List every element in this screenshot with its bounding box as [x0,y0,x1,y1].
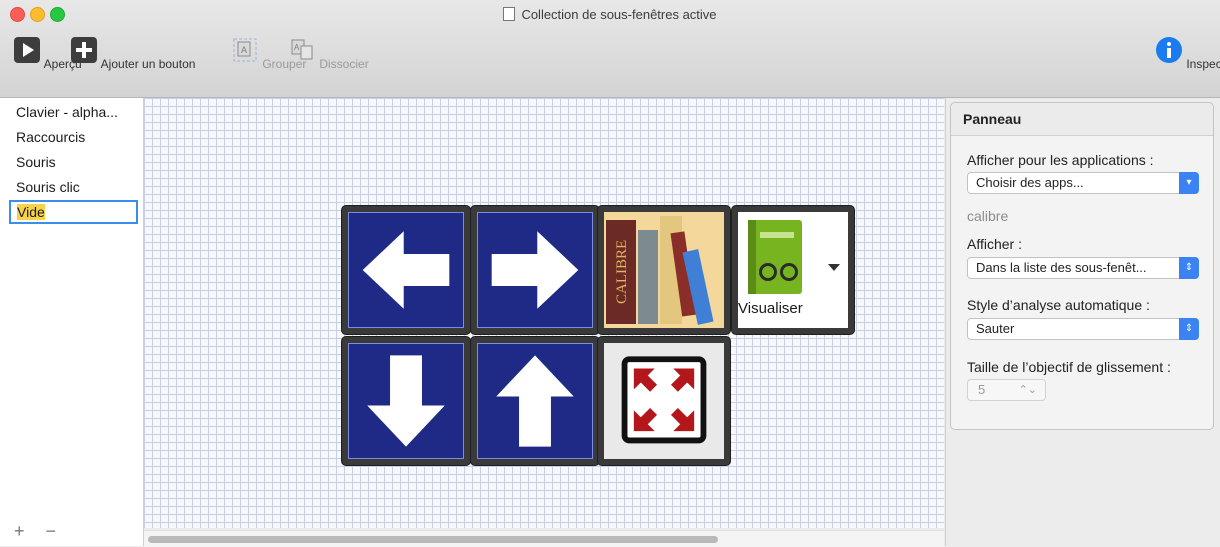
svg-text:A: A [241,45,247,55]
sidebar: Clavier - alpha... Raccourcis Souris Sou… [0,98,144,546]
green-book-glasses-icon [748,220,802,294]
add-button-label: Ajouter un bouton [100,57,196,71]
visualiser-label: Visualiser [738,300,803,317]
arrow-up-icon [496,355,574,447]
ungroup-label: Dissocier [319,57,369,71]
swipe-target-stepper[interactable]: 5 ⌃⌄ [967,379,1046,401]
sidebar-item-souris-clic[interactable]: Souris clic [0,175,143,200]
sidebar-item-clavier[interactable]: Clavier - alpha... [0,100,143,125]
ungroup-icon: A [291,39,313,60]
ungroup-button[interactable]: A Dissocier [288,36,369,71]
choose-apps-select[interactable]: Choisir des apps... ▾ [967,172,1199,194]
dropdown-triangle-icon [828,264,840,271]
display-value: Dans la liste des sous-fenêt... [976,260,1147,275]
show-for-apps-label: Afficher pour les applications : [967,152,1154,168]
group-icon: A [233,38,257,62]
inspector-pane: Panneau Afficher pour les applications :… [945,98,1220,546]
swipe-target-value: 5 [978,382,986,397]
plus-icon [71,37,97,63]
up-arrow-key[interactable] [471,337,599,465]
scrollbar-thumb[interactable] [148,536,718,543]
scan-style-value: Sauter [976,321,1015,336]
sidebar-item-souris[interactable]: Souris [0,150,143,175]
scan-style-select[interactable]: Sauter ⇕ [967,318,1199,340]
arrow-right-icon [491,231,579,309]
document-icon [503,7,516,21]
scan-style-label: Style d’analyse automatique : [967,297,1150,313]
calibre-key[interactable]: CALIBRE [598,206,730,334]
choose-apps-value: Choisir des apps... [976,175,1084,190]
info-icon [1156,37,1182,63]
panel-section: Panneau Afficher pour les applications :… [950,102,1214,430]
right-arrow-key[interactable] [471,206,599,334]
play-icon [14,37,40,63]
calibre-book-text: CALIBRE [614,240,630,304]
calibre-books-icon: CALIBRE [606,216,714,325]
sidebar-item-vide-edit-field[interactable]: Vide [9,200,138,224]
inspector-button[interactable]: Inspecteur [1155,36,1220,71]
selected-app-name: calibre [967,208,1009,224]
down-arrow-key[interactable] [342,337,470,465]
left-arrow-key[interactable] [342,206,470,334]
window-title: Collection de sous-fenêtres active [0,7,1220,22]
arrow-left-icon [362,231,450,309]
expand-icon [621,356,707,444]
visualiser-key[interactable]: Visualiser [732,206,854,334]
svg-text:A: A [294,43,300,52]
add-button-button[interactable]: Ajouter un bouton [70,36,195,71]
inspector-label: Inspecteur [1186,57,1220,71]
updown-chevron-icon: ⇕ [1179,318,1199,340]
layout-canvas[interactable]: CALIBRE Visualiser [144,98,944,528]
sidebar-item-raccourcis[interactable]: Raccourcis [0,125,143,150]
horizontal-scrollbar[interactable] [144,530,944,547]
title-bar: Collection de sous-fenêtres active Aperç… [0,0,1220,98]
stepper-arrows-icon[interactable]: ⌃⌄ [1019,380,1037,400]
swipe-target-label: Taille de l’objectif de glissement : [967,359,1171,375]
panel-title: Panneau [951,103,1213,136]
updown-chevron-icon: ⇕ [1179,257,1199,279]
arrow-down-icon [367,355,445,447]
display-select[interactable]: Dans la liste des sous-fenêt... ⇕ [967,257,1199,279]
sidebar-item-label: Vide [17,204,45,220]
chevron-down-icon: ▾ [1179,172,1199,194]
add-remove-controls[interactable]: + − [14,521,64,542]
fullscreen-key[interactable] [598,337,730,465]
display-label: Afficher : [967,236,1022,252]
